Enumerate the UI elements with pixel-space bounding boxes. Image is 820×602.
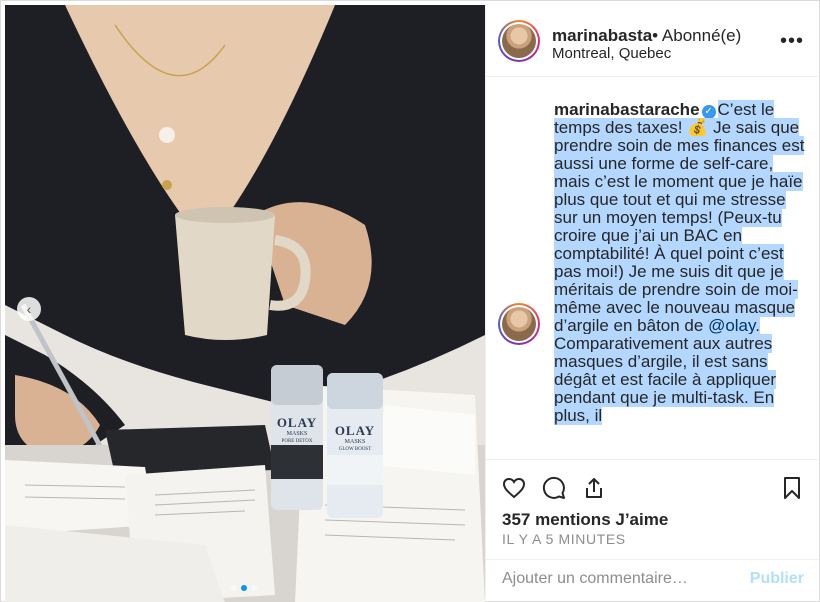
avatar-inner [500,305,538,343]
comment-bar: Publier [486,559,818,599]
action-bar: 357 mentions J’aime IL Y A 5 MINUTES [486,459,818,563]
verified-badge-icon: ✓ [701,105,716,119]
caption-avatar[interactable] [498,303,540,345]
carousel-dot [251,585,257,591]
carousel-dot-active [241,585,247,591]
carousel-dots [231,585,257,591]
product-name: GLOW BOOST [338,447,372,452]
bookmark-icon[interactable] [778,474,806,502]
publish-button[interactable]: Publier [750,570,804,588]
photo-illustration [5,5,485,602]
share-icon[interactable] [580,474,608,502]
post-header: marinabasta• Abonné(e) Montreal, Quebec … [486,5,818,77]
likes-count[interactable]: 357 mentions J’aime [502,510,668,530]
avatar-image [502,307,536,341]
comment-icon[interactable] [540,474,568,502]
post-timestamp[interactable]: IL Y A 5 MINUTES [502,531,626,547]
location-link[interactable]: Montreal, Quebec [552,45,671,62]
post-photo[interactable]: OLAY MASKS PORE DETOX OLAY MASKS GLOW BO… [5,5,485,602]
product-line: MASKS [286,431,308,437]
heart-icon[interactable] [500,474,528,502]
product-name: PORE DETOX [281,439,313,444]
avatar[interactable] [498,20,540,62]
product-label-glow-boost: OLAY MASKS GLOW BOOST [327,423,383,452]
product-line: MASKS [344,439,366,445]
product-label-pore-detox: OLAY MASKS PORE DETOX [271,415,323,444]
caption-body-part1: C’est le temps des taxes! 💰 Je sais que … [554,100,805,335]
mention-link[interactable]: @olay [708,316,755,335]
comment-input[interactable] [502,570,732,588]
instagram-post-window: OLAY MASKS PORE DETOX OLAY MASKS GLOW BO… [0,0,820,602]
caption-area: marinabastarache ✓ C’est le temps des taxe… [486,77,818,459]
caption-body: C’est le temps des taxes! 💰 Je sais que … [554,100,805,425]
follow-status[interactable]: • Abonné(e) [652,26,741,45]
username-link[interactable]: marinabasta [552,26,652,45]
product-brand: OLAY [334,423,376,438]
carousel-dot [231,585,237,591]
user-line: marinabasta• Abonné(e) [552,26,741,46]
ellipsis-icon[interactable]: ••• [780,31,804,51]
chevron-left-icon[interactable]: ‹ [17,297,41,321]
caption-text: marinabastarache ✓ C’est le temps des taxe… [554,100,806,425]
avatar-inner [500,22,538,60]
avatar-image [502,24,536,58]
caption-author-link[interactable]: marinabastarache [554,100,700,119]
post-side-panel: marinabasta• Abonné(e) Montreal, Quebec … [485,5,818,599]
product-brand: OLAY [276,415,318,430]
